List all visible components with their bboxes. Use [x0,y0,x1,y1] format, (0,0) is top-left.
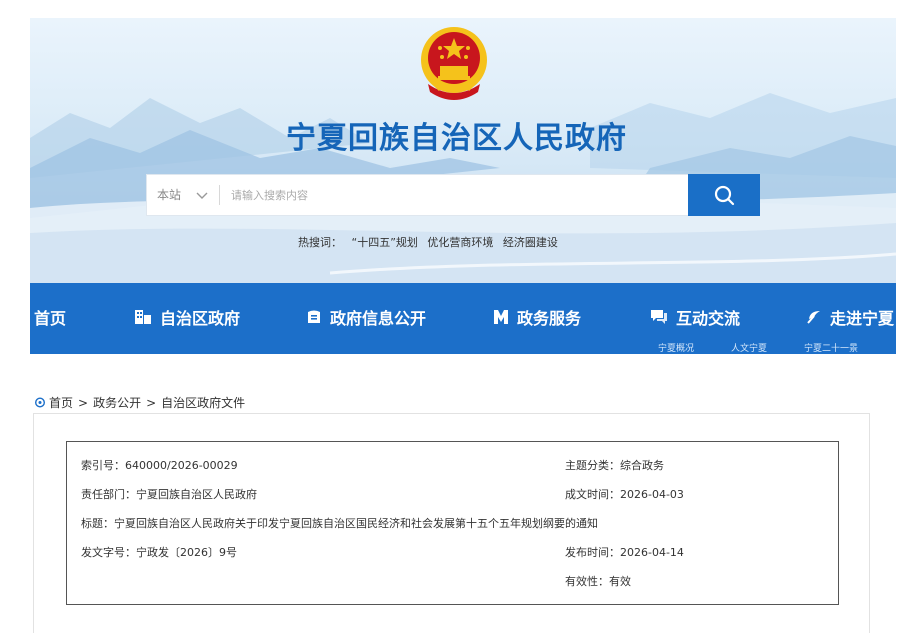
hot-words: 热搜词： “十四五”规划 优化营商环境 经济圈建设 [298,234,564,250]
nav-item-label: 走进宁夏 [830,309,895,328]
nav-item-label: 互动交流 [676,309,741,328]
nav-item-label: 政务服务 [517,309,582,328]
creation-date: 成文时间：2026-04-03 [565,486,684,502]
search-button[interactable] [688,174,760,216]
nav-item-explore-ningxia[interactable]: 走进宁夏 [806,305,894,329]
dept-value: 宁夏回族自治区人民政府 [136,488,257,501]
nav-sub-link[interactable]: 人文宁夏 [731,341,767,354]
responsible-dept: 责任部门：宁夏回族自治区人民政府 [81,486,257,502]
index-value: 640000/2026-00029 [125,459,238,472]
hot-word-link[interactable]: “十四五”规划 [352,236,418,249]
search-icon [714,185,735,206]
docno-value: 宁政发〔2026〕9号 [136,546,237,559]
hot-word-link[interactable]: 经济圈建设 [503,236,558,249]
location-pin-icon [34,396,46,408]
hot-word-link[interactable]: 优化营商环境 [427,236,493,249]
title-label: 标题： [81,517,114,530]
document-number: 发文字号：宁政发〔2026〕9号 [81,544,237,560]
chevron-down-icon[interactable] [195,188,209,202]
breadcrumb: 首页 > 政务公开 > 自治区政府文件 [34,394,245,411]
national-emblem-icon [421,27,487,100]
breadcrumb-link[interactable]: 政务公开 [93,394,141,411]
search-bar: 本站 [146,174,760,216]
building-icon [135,310,151,324]
published-label: 发布时间： [565,546,620,559]
search-input[interactable] [231,181,681,209]
nav-item-interaction[interactable]: 互动交流 [650,305,740,329]
publish-date: 发布时间：2026-04-14 [565,544,684,560]
nav-item-services[interactable]: 政务服务 [493,305,581,329]
breadcrumb-separator: > [146,395,157,410]
dept-label: 责任部门： [81,488,136,501]
breadcrumb-current[interactable]: 自治区政府文件 [161,394,245,411]
site-title: 宁夏回族自治区人民政府 [286,121,627,156]
hot-words-label: 热搜词： [298,236,342,249]
title-value: 宁夏回族自治区人民政府关于印发宁夏回族自治区国民经济和社会发展第十五个五年规划纲… [114,517,598,530]
published-value: 2026-04-14 [620,546,684,559]
nav-item-label: 政府信息公开 [330,309,427,328]
nav-item-home[interactable]: 首页 [34,305,66,329]
chat-icon [651,310,667,324]
index-label: 索引号： [81,459,125,472]
breadcrumb-home-link[interactable]: 首页 [49,394,73,411]
search-scope-label: 本站 [157,188,182,202]
validity-value: 有效 [609,575,631,588]
docno-label: 发文字号： [81,546,136,559]
nav-item-label: 首页 [34,309,67,328]
nav-item-label: 自治区政府 [160,309,241,328]
topic-category: 主题分类：综合政务 [565,457,664,473]
nav-sub-link[interactable]: 宁夏二十一景 [804,341,858,354]
service-icon [494,310,508,324]
topic-value: 综合政务 [620,459,664,472]
nav-item-government[interactable]: 自治区政府 [134,305,240,329]
nav-sub-link[interactable]: 宁夏概况 [658,341,694,354]
created-label: 成文时间： [565,488,620,501]
created-value: 2026-04-03 [620,488,684,501]
validity: 有效性：有效 [565,573,631,589]
topic-label: 主题分类： [565,459,620,472]
leaf-icon [807,311,820,324]
main-nav: 首页 自治区政府 政府信息公开 政务服务 互动交流 走进宁夏 宁夏概况 人文宁夏… [30,283,896,354]
index-number: 索引号：640000/2026-00029 [81,457,238,473]
document-icon [308,310,320,323]
nav-item-info-disclosure[interactable]: 政府信息公开 [306,305,426,329]
search-divider [219,185,220,205]
breadcrumb-separator: > [78,395,89,410]
validity-label: 有效性： [565,575,609,588]
document-title: 标题：宁夏回族自治区人民政府关于印发宁夏回族自治区国民经济和社会发展第十五个五年… [81,515,598,531]
